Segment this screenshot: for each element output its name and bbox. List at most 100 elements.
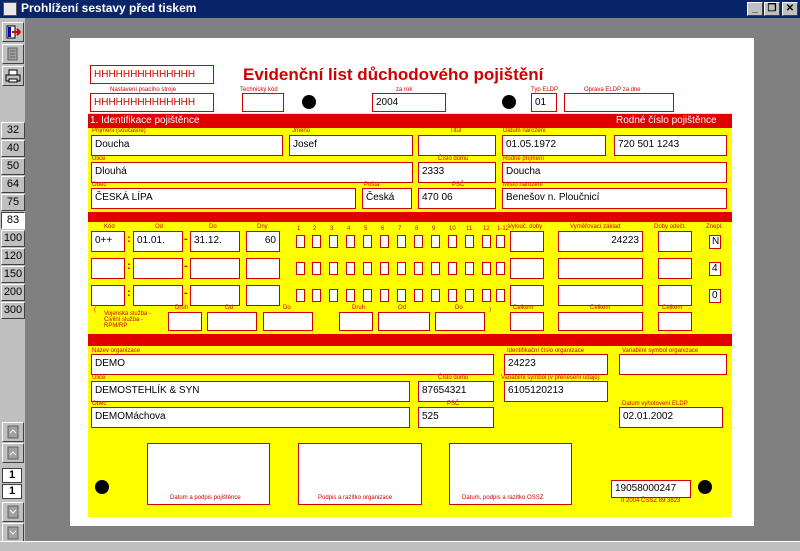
birthplace-field: Benešov n. Ploučnicí	[502, 188, 727, 209]
month-checkbox	[397, 262, 406, 275]
month-checkbox	[482, 289, 491, 302]
label-total-1: Celkem	[513, 305, 534, 311]
org-name-field: DEMO	[91, 354, 494, 375]
month-checkbox	[448, 289, 457, 302]
month-checkbox	[496, 262, 505, 275]
label-base: Vyměřovací základ	[570, 224, 621, 230]
status-strip	[0, 541, 800, 551]
zoom-200-button[interactable]: 200	[1, 284, 25, 301]
birth-number-title: Rodné číslo pojištěnce	[616, 115, 717, 126]
org-zip-field: 525	[418, 407, 494, 428]
month-checkbox	[363, 289, 372, 302]
prev-page-button[interactable]	[2, 443, 24, 463]
period-base-field	[558, 258, 643, 279]
month-label: 1	[297, 226, 301, 232]
label-unpaid: Znepl.	[706, 224, 723, 230]
period-days-field: 60	[246, 231, 280, 252]
org-house-field: 87654321	[418, 381, 494, 402]
month-checkbox	[312, 235, 321, 248]
label-kind-1: Druh	[175, 305, 189, 311]
period-code-field	[91, 285, 125, 306]
title-field	[418, 135, 496, 156]
zoom-150-button[interactable]: 150	[1, 266, 25, 283]
zoom-120-button[interactable]: 120	[1, 248, 25, 265]
zip-field: 470 06	[418, 188, 496, 209]
zoom-83-button[interactable]: 83	[1, 212, 25, 229]
form-code: II 2004 ČSSZ 89 3823	[621, 498, 681, 504]
military-from-1	[207, 312, 257, 331]
next-page-icon	[7, 505, 19, 519]
org-street-field: DEMOSTEHLÍK & SYN	[91, 381, 410, 402]
label-surname: Příjmení (současné)	[92, 128, 146, 134]
city-field: ČESKÁ LÍPA	[91, 188, 356, 209]
org-id-field: 24223	[504, 354, 608, 375]
period-code-field	[91, 258, 125, 279]
period-unpaid-field: 0	[709, 289, 721, 303]
label-first-name: Jméno	[292, 128, 311, 134]
org-city-field: DEMOMáchova	[91, 407, 410, 428]
month-checkbox	[414, 262, 423, 275]
month-checkbox	[296, 262, 305, 275]
exit-button[interactable]	[2, 22, 24, 42]
prev-page-icon	[7, 446, 19, 460]
period-days-field	[246, 258, 280, 279]
title-bar: Prohlížení sestavy před tiskem _ ❐ ✕	[0, 0, 800, 18]
zoom-300-button[interactable]: 300	[1, 302, 25, 319]
month-checkbox	[414, 289, 423, 302]
registration-dot	[95, 480, 109, 494]
code-bottom: HHHHHHHHHHHHHH	[90, 93, 214, 112]
month-checkbox	[346, 262, 355, 275]
label-to: Do	[209, 224, 217, 230]
year-field: 2004	[372, 93, 446, 112]
last-page-icon	[7, 526, 19, 540]
zoom-100-button[interactable]: 100	[1, 230, 25, 247]
month-checkbox	[296, 235, 305, 248]
month-checkbox	[363, 235, 372, 248]
maximize-button[interactable]: ❐	[764, 2, 780, 16]
birth-number-field: 720 501 1243	[614, 135, 727, 156]
label-birth-date: Datum narození	[503, 128, 546, 134]
military-kind-2	[339, 312, 373, 331]
month-checkbox	[329, 262, 338, 275]
preview-window: Prohlížení sestavy před tiskem _ ❐ ✕ 32 …	[0, 0, 800, 551]
month-checkbox	[465, 262, 474, 275]
month-checkbox	[482, 235, 491, 248]
month-checkbox	[397, 289, 406, 302]
street-field: Dlouhá	[91, 162, 413, 183]
first-page-button[interactable]	[2, 422, 24, 442]
total-base	[558, 312, 643, 331]
month-label: 7	[398, 226, 402, 232]
label-total-3: Celkem	[662, 305, 683, 311]
zoom-64-button[interactable]: 64	[1, 176, 25, 193]
label-paren-close: )	[489, 307, 491, 313]
month-label: 1-12	[497, 226, 510, 232]
period-unpaid-field: 4	[709, 262, 721, 276]
period-deducted-field	[658, 231, 692, 252]
zoom-32-button[interactable]: 32	[1, 122, 25, 139]
next-page-button[interactable]	[2, 502, 24, 522]
label-from-1: Od	[225, 305, 234, 311]
zoom-75-button[interactable]: 75	[1, 194, 25, 211]
birth-surname-field: Doucha	[502, 162, 727, 183]
label-from-2: Od	[398, 305, 407, 311]
window-title: Prohlížení sestavy před tiskem	[21, 1, 197, 15]
zoom-40-button[interactable]: 40	[1, 140, 25, 157]
created-date-field: 02.01.2002	[619, 407, 723, 428]
total-excluded	[510, 312, 544, 331]
page-setup-button[interactable]	[2, 44, 24, 64]
month-checkbox	[346, 235, 355, 248]
section-divider	[88, 212, 732, 222]
period-excluded-field	[510, 258, 544, 279]
period-from-field	[133, 258, 183, 279]
month-checkbox	[329, 289, 338, 302]
last-page-button[interactable]	[2, 523, 24, 543]
label-from: Od	[155, 224, 164, 230]
label-paren-open: (	[94, 307, 96, 313]
post-field: Česká	[362, 188, 412, 209]
minimize-button[interactable]: _	[747, 2, 763, 16]
label-military: Vojenská služba - Civilní služba - RPM/R…	[104, 311, 152, 329]
print-button[interactable]	[2, 66, 24, 86]
close-button[interactable]: ✕	[782, 2, 798, 16]
zoom-50-button[interactable]: 50	[1, 158, 25, 175]
section1-title: 1. Identifikace pojištěnce	[90, 115, 200, 126]
